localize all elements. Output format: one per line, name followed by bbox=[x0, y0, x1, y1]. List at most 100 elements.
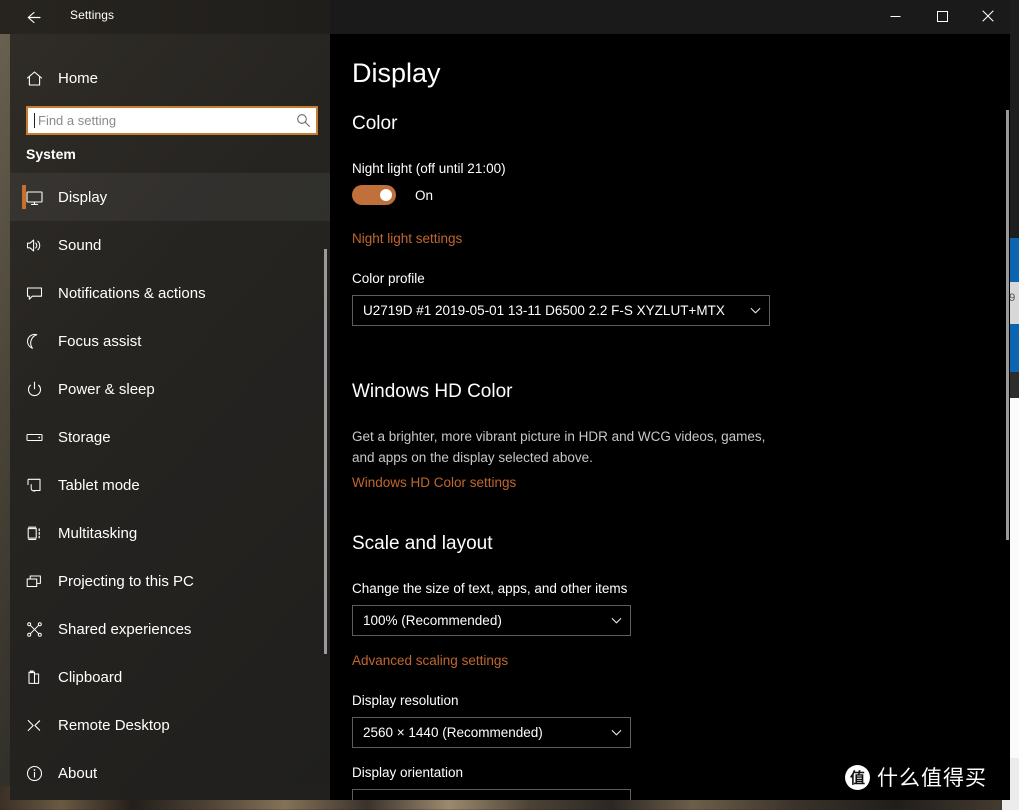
selection-indicator bbox=[22, 617, 26, 641]
hd-color-description: Get a brighter, more vibrant picture in … bbox=[352, 429, 766, 465]
window-title: Settings bbox=[70, 8, 115, 22]
display-orientation-label: Display orientation bbox=[352, 765, 464, 780]
tablet-icon bbox=[10, 476, 58, 495]
selection-indicator bbox=[22, 185, 26, 209]
sidebar-item-label: Remote Desktop bbox=[58, 716, 170, 734]
title-bar: Settings bbox=[0, 0, 1010, 34]
sidebar-item-about[interactable]: About bbox=[10, 749, 330, 797]
display-resolution-value: 2560 × 1440 (Recommended) bbox=[363, 725, 543, 740]
sidebar-item-home[interactable]: Home bbox=[10, 60, 330, 96]
content-pane: Display Color Night light (off until 21:… bbox=[330, 34, 1010, 800]
section-heading-color: Color bbox=[352, 113, 398, 134]
maximize-button[interactable] bbox=[919, 0, 965, 32]
close-icon bbox=[982, 10, 994, 22]
sidebar-item-label: Projecting to this PC bbox=[58, 572, 194, 590]
watermark-badge: 值 bbox=[845, 764, 870, 790]
chevron-down-icon bbox=[602, 726, 630, 739]
sidebar-item-power-sleep[interactable]: Power & sleep bbox=[10, 365, 330, 413]
display-resolution-dropdown[interactable]: 2560 × 1440 (Recommended) bbox=[352, 717, 631, 748]
sidebar-item-remote-desktop[interactable]: Remote Desktop bbox=[10, 701, 330, 749]
drive-icon bbox=[10, 428, 58, 447]
night-light-toggle[interactable] bbox=[352, 185, 396, 205]
selection-indicator bbox=[22, 329, 26, 353]
night-light-settings-link[interactable]: Night light settings bbox=[352, 231, 462, 246]
toggle-knob bbox=[380, 189, 392, 201]
minimize-button[interactable] bbox=[872, 0, 918, 32]
selection-indicator bbox=[22, 521, 26, 545]
sidebar-item-label: Clipboard bbox=[58, 668, 123, 686]
search-icon[interactable] bbox=[290, 113, 316, 128]
chevron-down-icon bbox=[602, 614, 630, 627]
sidebar-item-clipboard[interactable]: Clipboard bbox=[10, 653, 330, 701]
sidebar-scrollbar[interactable] bbox=[324, 249, 327, 654]
sidebar-item-label: Sound bbox=[58, 236, 102, 254]
minimize-icon bbox=[890, 15, 900, 17]
sidebar-category-heading: System bbox=[26, 146, 76, 162]
selection-indicator bbox=[22, 473, 26, 497]
info-icon bbox=[10, 764, 58, 783]
comment-icon bbox=[10, 284, 58, 303]
scale-value: 100% (Recommended) bbox=[363, 613, 502, 628]
section-heading-hd-color: Windows HD Color bbox=[352, 381, 513, 402]
home-icon bbox=[10, 69, 58, 88]
watermark: 值 什么值得买 bbox=[845, 762, 987, 792]
sidebar-item-label: About bbox=[58, 764, 98, 782]
night-light-toggle-state: On bbox=[415, 187, 434, 203]
display-orientation-dropdown[interactable] bbox=[352, 789, 631, 800]
sidebar-item-display[interactable]: Display bbox=[10, 173, 330, 221]
sidebar-item-tablet-mode[interactable]: Tablet mode bbox=[10, 461, 330, 509]
sidebar-item-home-label: Home bbox=[58, 69, 99, 87]
sidebar-item-label: Display bbox=[58, 188, 108, 206]
color-profile-dropdown[interactable]: U2719D #1 2019-05-01 13-11 D6500 2.2 F-S… bbox=[352, 295, 770, 326]
project-icon bbox=[10, 572, 58, 591]
selection-indicator bbox=[22, 665, 26, 689]
night-light-label: Night light (off until 21:00) bbox=[352, 161, 506, 176]
selection-indicator bbox=[22, 761, 26, 785]
clipboard-icon bbox=[10, 668, 58, 687]
chevron-down-icon bbox=[741, 304, 769, 317]
sidebar: Home System Di bbox=[10, 34, 330, 800]
sidebar-item-storage[interactable]: Storage bbox=[10, 413, 330, 461]
selection-indicator bbox=[22, 713, 26, 737]
advanced-scaling-settings-link[interactable]: Advanced scaling settings bbox=[352, 653, 508, 668]
sidebar-item-focus-assist[interactable]: Focus assist bbox=[10, 317, 330, 365]
sidebar-item-label: Power & sleep bbox=[58, 380, 155, 398]
scale-dropdown[interactable]: 100% (Recommended) bbox=[352, 605, 631, 636]
selection-indicator bbox=[22, 233, 26, 257]
chevron-down-icon bbox=[602, 798, 630, 800]
share-icon bbox=[10, 620, 58, 639]
sidebar-item-label: Storage bbox=[58, 428, 111, 446]
color-profile-value: U2719D #1 2019-05-01 13-11 D6500 2.2 F-S… bbox=[363, 303, 725, 318]
sidebar-nav-list: Display Sound Notifications & actions Fo… bbox=[10, 173, 330, 797]
sidebar-item-label: Focus assist bbox=[58, 332, 142, 350]
selection-indicator bbox=[22, 425, 26, 449]
moon-icon bbox=[10, 332, 58, 351]
close-button[interactable] bbox=[965, 0, 1011, 32]
back-button[interactable] bbox=[18, 5, 48, 29]
content-scrollbar-thumb[interactable] bbox=[1006, 110, 1009, 540]
multitask-icon bbox=[10, 524, 58, 543]
search-box[interactable] bbox=[26, 106, 318, 135]
selection-indicator bbox=[22, 281, 26, 305]
hd-color-settings-link[interactable]: Windows HD Color settings bbox=[352, 475, 516, 490]
title-bar-left-region bbox=[0, 0, 330, 34]
monitor-icon bbox=[10, 188, 58, 207]
sidebar-item-multitasking[interactable]: Multitasking bbox=[10, 509, 330, 557]
search-input[interactable] bbox=[35, 113, 290, 128]
display-resolution-label: Display resolution bbox=[352, 693, 459, 708]
section-heading-scale-layout: Scale and layout bbox=[352, 533, 493, 554]
color-profile-label: Color profile bbox=[352, 271, 425, 286]
sidebar-item-notifications[interactable]: Notifications & actions bbox=[10, 269, 330, 317]
sidebar-item-label: Shared experiences bbox=[58, 620, 192, 638]
back-arrow-icon bbox=[27, 11, 41, 23]
sidebar-item-sound[interactable]: Sound bbox=[10, 221, 330, 269]
settings-window: Settings Home Find a setting System Disp… bbox=[0, 0, 1010, 800]
remote-icon bbox=[10, 716, 58, 735]
sidebar-item-label: Multitasking bbox=[58, 524, 138, 542]
sidebar-item-label: Notifications & actions bbox=[58, 284, 206, 302]
selection-indicator bbox=[22, 569, 26, 593]
sidebar-item-shared-experiences[interactable]: Shared experiences bbox=[10, 605, 330, 653]
sidebar-item-label: Tablet mode bbox=[58, 476, 140, 494]
maximize-icon bbox=[936, 10, 948, 22]
sidebar-item-projecting[interactable]: Projecting to this PC bbox=[10, 557, 330, 605]
